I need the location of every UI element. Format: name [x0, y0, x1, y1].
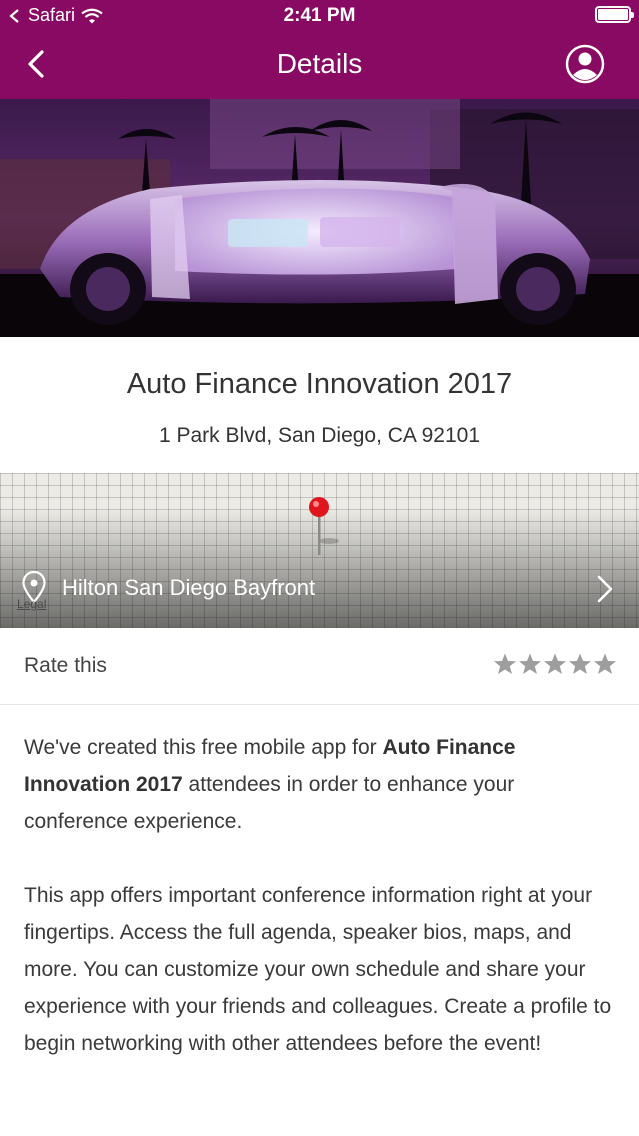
description-paragraph: This app offers important conference inf…: [24, 884, 612, 1055]
rate-label: Rate this: [24, 654, 107, 677]
page-title: Details: [276, 48, 363, 79]
rating-row: Rate this: [0, 628, 639, 705]
event-banner-image: [0, 99, 639, 337]
description-paragraph: We've created this free mobile app for A…: [24, 729, 616, 840]
star-icon[interactable]: [568, 652, 592, 676]
status-bar: Safari 2:41 PM: [0, 0, 639, 32]
chevron-right-icon: [597, 575, 613, 603]
status-time: 2:41 PM: [283, 5, 356, 26]
nav-bar: Details: [0, 32, 639, 99]
status-right: [595, 6, 634, 23]
app-header: Safari 2:41 PM Details: [0, 0, 639, 99]
star-icon[interactable]: [593, 652, 617, 676]
event-description: We've created this free mobile app for A…: [24, 729, 616, 1062]
battery-icon: [595, 6, 634, 23]
star-icon[interactable]: [543, 652, 567, 676]
map-legal-link[interactable]: Legal: [17, 597, 46, 611]
event-title: Auto Finance Innovation 2017: [126, 368, 513, 400]
star-icon[interactable]: [493, 652, 517, 676]
star-rating[interactable]: [493, 652, 617, 676]
venue-map[interactable]: Legal Hilton San Diego Bayfront: [0, 473, 639, 628]
event-address: 1 Park Blvd, San Diego, CA 92101: [158, 424, 481, 447]
venue-name: Hilton San Diego Bayfront: [62, 575, 316, 600]
star-icon[interactable]: [518, 652, 542, 676]
map-pin-icon: [309, 497, 339, 555]
description-intro: We've created this free mobile app for: [24, 736, 383, 759]
concept-car-illustration: [0, 99, 639, 337]
user-circle-icon: [565, 44, 605, 84]
profile-button[interactable]: [565, 44, 605, 84]
